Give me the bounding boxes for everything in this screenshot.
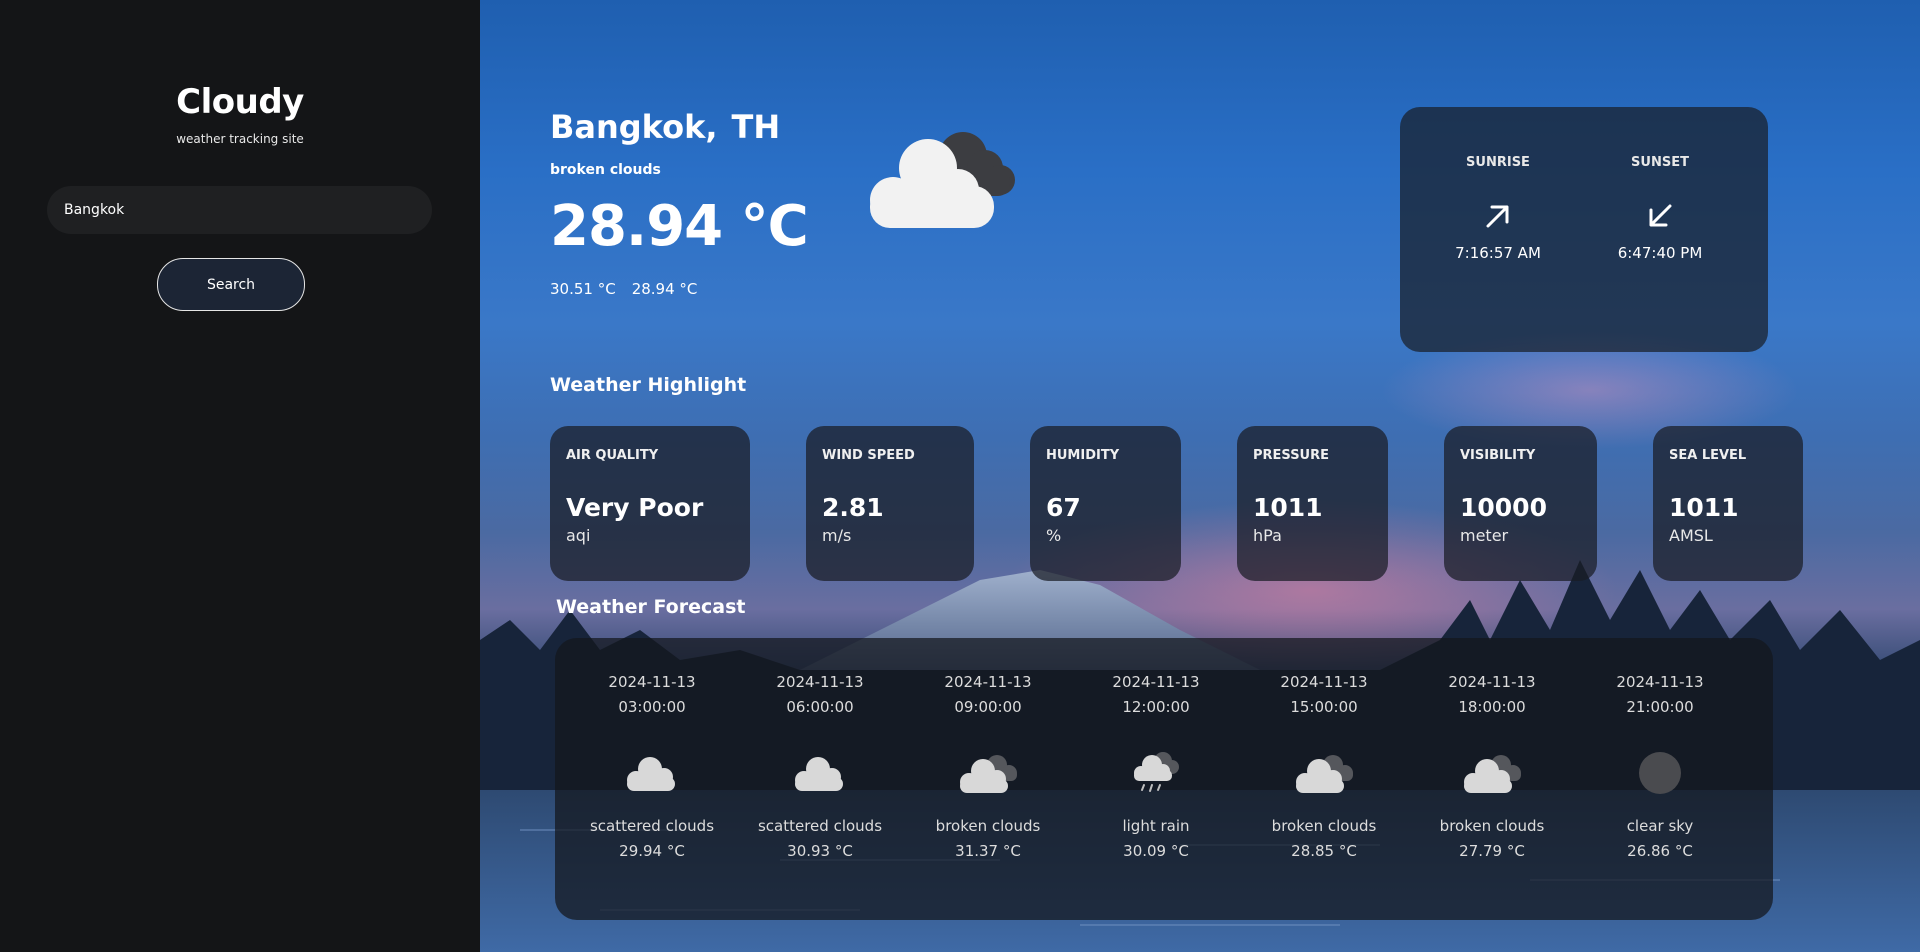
forecast-temp: 30.93 °C xyxy=(787,842,853,860)
card-unit: % xyxy=(1046,526,1062,545)
weather-description: broken clouds xyxy=(550,162,661,178)
card-value: Very Poor xyxy=(566,493,704,522)
forecast-title: Weather Forecast xyxy=(556,596,746,618)
forecast-item: 2024-11-13 09:00:00 broken clouds 31.37 … xyxy=(913,670,1063,864)
clear-sky-icon xyxy=(1639,752,1681,794)
wind-speed-card: WIND SPEED 2.81 m/s xyxy=(806,426,974,581)
broken-clouds-icon xyxy=(1296,755,1353,793)
card-label: VISIBILITY xyxy=(1460,448,1536,463)
sunset-time: 6:47:40 PM xyxy=(1617,244,1703,262)
card-unit: hPa xyxy=(1253,526,1282,545)
forecast-item: 2024-11-13 21:00:00 clear sky 26.86 °C xyxy=(1585,670,1735,864)
card-value: 1011 xyxy=(1669,493,1739,522)
card-unit: aqi xyxy=(566,526,591,545)
card-label: WIND SPEED xyxy=(822,448,915,463)
humidity-card: HUMIDITY 67 % xyxy=(1030,426,1181,581)
sun-times-card: SUNRISE 7:16:57 AM SUNSET 6:47:40 PM xyxy=(1400,107,1768,352)
forecast-date: 2024-11-13 xyxy=(1280,673,1368,691)
forecast-item: 2024-11-13 06:00:00 scattered clouds 30.… xyxy=(745,670,895,864)
city-label: Bangkok, xyxy=(550,108,718,146)
forecast-time: 09:00:00 xyxy=(954,698,1022,716)
forecast-description: broken clouds xyxy=(935,817,1041,835)
light-rain-icon xyxy=(1134,752,1179,792)
highlight-title: Weather Highlight xyxy=(550,374,747,396)
card-value: 1011 xyxy=(1253,493,1323,522)
sunrise-time: 7:16:57 AM xyxy=(1455,244,1541,262)
brand-tagline: weather tracking site xyxy=(176,132,304,146)
city-name: Bangkok, TH xyxy=(550,108,780,146)
arrow-down-left-icon xyxy=(1649,204,1672,227)
forecast-date: 2024-11-13 xyxy=(608,673,696,691)
current-temperature: 28.94 °C xyxy=(550,194,809,259)
forecast-date: 2024-11-13 xyxy=(944,673,1032,691)
forecast-description: scattered clouds xyxy=(757,817,883,835)
forecast-date: 2024-11-13 xyxy=(1112,673,1200,691)
country-code: TH xyxy=(731,108,781,146)
card-label: AIR QUALITY xyxy=(566,448,659,463)
scattered-clouds-icon xyxy=(795,757,843,791)
forecast-time: 12:00:00 xyxy=(1122,698,1190,716)
forecast-time: 18:00:00 xyxy=(1458,698,1526,716)
forecast-item: 2024-11-13 03:00:00 scattered clouds 29.… xyxy=(577,670,727,864)
arrow-up-right-icon xyxy=(1486,205,1509,228)
broken-clouds-icon xyxy=(960,755,1017,793)
forecast-description: broken clouds xyxy=(1439,817,1545,835)
card-value: 67 xyxy=(1046,493,1081,522)
forecast-date: 2024-11-13 xyxy=(1448,673,1536,691)
forecast-description: light rain xyxy=(1122,817,1190,835)
card-label: SEA LEVEL xyxy=(1669,448,1747,463)
forecast-temp: 28.85 °C xyxy=(1291,842,1357,860)
forecast-time: 21:00:00 xyxy=(1626,698,1694,716)
forecast-description: scattered clouds xyxy=(589,817,715,835)
forecast-description: broken clouds xyxy=(1271,817,1377,835)
forecast-temp: 31.37 °C xyxy=(955,842,1021,860)
sunset-label: SUNSET xyxy=(1631,155,1689,170)
search-button[interactable]: Search xyxy=(157,258,305,311)
card-label: PRESSURE xyxy=(1253,448,1330,463)
forecast-time: 06:00:00 xyxy=(786,698,854,716)
main-panel: Bangkok, TH broken clouds 28.94 °C 30.51… xyxy=(480,0,1920,952)
sidebar: Cloudy weather tracking site Search xyxy=(0,0,480,952)
broken-clouds-icon xyxy=(870,132,1015,228)
sunrise-label: SUNRISE xyxy=(1466,155,1530,170)
temp-min: 28.94 °C xyxy=(631,280,698,298)
card-unit: meter xyxy=(1460,526,1509,545)
forecast-time: 15:00:00 xyxy=(1290,698,1358,716)
broken-clouds-icon xyxy=(1464,755,1521,793)
forecast-temp: 27.79 °C xyxy=(1459,842,1525,860)
forecast-description: clear sky xyxy=(1626,817,1694,835)
forecast-temp: 30.09 °C xyxy=(1123,842,1189,860)
card-value: 2.81 xyxy=(822,493,884,522)
temp-max: 30.51 °C xyxy=(550,280,616,298)
city-search-input[interactable] xyxy=(47,186,432,234)
brand-title: Cloudy xyxy=(176,82,304,122)
forecast-panel: 2024-11-13 03:00:00 scattered clouds 29.… xyxy=(555,638,1773,920)
temp-range: 30.51 °C 28.94 °C xyxy=(550,280,697,298)
card-value: 10000 xyxy=(1460,493,1547,522)
forecast-item: 2024-11-13 15:00:00 broken clouds 28.85 … xyxy=(1249,670,1399,864)
forecast-temp: 29.94 °C xyxy=(619,842,685,860)
scattered-clouds-icon xyxy=(627,757,675,791)
air-quality-card: AIR QUALITY Very Poor aqi xyxy=(550,426,750,581)
forecast-item: 2024-11-13 12:00:00 light rain 30.09 °C xyxy=(1081,670,1231,864)
sea-level-card: SEA LEVEL 1011 AMSL xyxy=(1653,426,1803,581)
card-unit: m/s xyxy=(822,526,852,545)
visibility-card: VISIBILITY 10000 meter xyxy=(1444,426,1597,581)
forecast-item: 2024-11-13 18:00:00 broken clouds 27.79 … xyxy=(1417,670,1567,864)
forecast-date: 2024-11-13 xyxy=(1616,673,1704,691)
sunset-block: SUNSET 6:47:40 PM xyxy=(1590,155,1730,262)
forecast-time: 03:00:00 xyxy=(618,698,686,716)
card-unit: AMSL xyxy=(1669,526,1713,545)
forecast-date: 2024-11-13 xyxy=(776,673,864,691)
sunrise-block: SUNRISE 7:16:57 AM xyxy=(1428,155,1568,262)
pressure-card: PRESSURE 1011 hPa xyxy=(1237,426,1388,581)
forecast-temp: 26.86 °C xyxy=(1627,842,1693,860)
card-label: HUMIDITY xyxy=(1046,448,1120,463)
